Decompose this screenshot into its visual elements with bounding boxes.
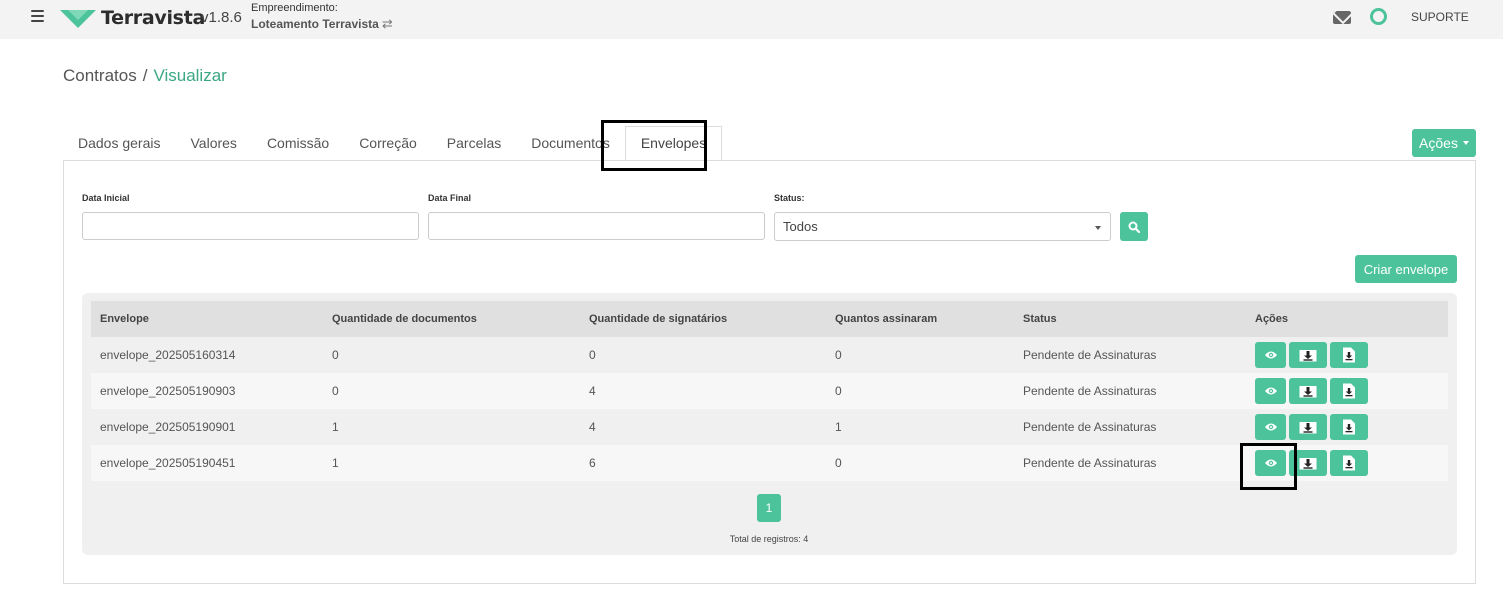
cell-signatarios: 6 xyxy=(589,456,596,470)
download-envelope-icon xyxy=(1299,458,1317,470)
empreendimento-name: Loteamento Terravista xyxy=(251,17,379,31)
menu-icon[interactable] xyxy=(31,10,44,22)
cell-documentos: 0 xyxy=(332,384,339,398)
column-header-signatarios: Quantidade de signatários xyxy=(589,313,728,325)
download-envelope-icon xyxy=(1299,350,1317,362)
download-document-button[interactable] xyxy=(1330,378,1368,404)
status-select-value: Todos xyxy=(783,219,818,234)
breadcrumb-parent[interactable]: Contratos xyxy=(63,66,137,86)
empreendimento-label: Empreendimento: xyxy=(251,2,338,14)
table-row xyxy=(91,445,1448,481)
view-envelope-button[interactable] xyxy=(1255,342,1286,368)
cell-assinaram: 0 xyxy=(835,348,842,362)
view-envelope-button[interactable] xyxy=(1255,450,1286,476)
actions-dropdown-button[interactable]: Ações xyxy=(1412,129,1476,157)
data-final-input[interactable] xyxy=(428,212,765,240)
cell-envelope: envelope_202505190901 xyxy=(100,420,236,434)
download-envelope-button[interactable] xyxy=(1289,450,1327,476)
status-select[interactable]: Todos xyxy=(774,212,1111,241)
download-document-button[interactable] xyxy=(1330,342,1368,368)
tab-envelopes[interactable]: Envelopes xyxy=(624,126,723,161)
logo[interactable]: Terravista xyxy=(60,7,205,29)
cell-signatarios: 4 xyxy=(589,420,596,434)
create-envelope-button[interactable]: Criar envelope xyxy=(1355,255,1457,283)
search-button[interactable] xyxy=(1120,212,1148,241)
cell-signatarios: 4 xyxy=(589,384,596,398)
search-icon xyxy=(1128,221,1140,233)
table-row xyxy=(91,409,1448,445)
download-envelope-button[interactable] xyxy=(1289,378,1327,404)
swap-icon: ⇄ xyxy=(381,16,393,31)
cell-documentos: 1 xyxy=(332,456,339,470)
cell-envelope: envelope_202505190903 xyxy=(100,384,236,398)
download-envelope-button[interactable] xyxy=(1289,414,1327,440)
data-final-label: Data Final xyxy=(428,193,472,203)
data-inicial-label: Data Inicial xyxy=(82,193,130,203)
cell-status: Pendente de Assinaturas xyxy=(1023,420,1157,434)
support-link[interactable]: SUPORTE xyxy=(1411,10,1469,24)
caret-down-icon xyxy=(1095,226,1101,230)
download-file-icon xyxy=(1343,455,1355,471)
download-file-icon xyxy=(1343,347,1355,363)
view-envelope-button[interactable] xyxy=(1255,378,1286,404)
app-version: v1.8.6 xyxy=(201,9,242,26)
eye-icon xyxy=(1264,459,1277,467)
cell-envelope: envelope_202505160314 xyxy=(100,348,236,362)
tab-dados-gerais[interactable]: Dados gerais xyxy=(63,126,176,161)
download-envelope-button[interactable] xyxy=(1289,342,1327,368)
tab-valores[interactable]: Valores xyxy=(176,126,252,161)
column-header-envelope: Envelope xyxy=(100,313,149,325)
cell-assinaram: 0 xyxy=(835,384,842,398)
table-row xyxy=(91,373,1448,409)
eye-icon xyxy=(1264,423,1277,431)
download-document-button[interactable] xyxy=(1330,414,1368,440)
column-header-acoes: Ações xyxy=(1255,313,1289,325)
cell-assinaram: 1 xyxy=(835,420,842,434)
download-envelope-icon xyxy=(1299,422,1317,434)
cell-signatarios: 0 xyxy=(589,348,596,362)
logo-icon xyxy=(60,10,96,28)
table-row xyxy=(91,337,1448,373)
app-name: Terravista xyxy=(101,7,205,29)
caret-down-icon xyxy=(1462,141,1469,145)
mail-icon[interactable] xyxy=(1333,11,1351,24)
download-envelope-icon xyxy=(1299,386,1317,398)
eye-icon xyxy=(1264,387,1277,395)
view-envelope-button[interactable] xyxy=(1255,414,1286,440)
cell-assinaram: 0 xyxy=(835,456,842,470)
table-header xyxy=(91,301,1448,337)
column-header-status: Status xyxy=(1023,313,1057,325)
column-header-assinaram: Quantos assinaram xyxy=(835,313,938,325)
download-file-icon xyxy=(1343,383,1355,399)
actions-button-label: Ações xyxy=(1419,135,1458,151)
total-records: Total de registros: 4 xyxy=(729,534,809,544)
tab-bar: Dados gerais Valores Comissão Correção P… xyxy=(63,126,723,161)
tab-parcelas[interactable]: Parcelas xyxy=(432,126,516,161)
cell-status: Pendente de Assinaturas xyxy=(1023,348,1157,362)
eye-icon xyxy=(1264,351,1277,359)
data-inicial-input[interactable] xyxy=(82,212,419,240)
tab-documentos[interactable]: Documentos xyxy=(516,126,625,161)
tab-comissao[interactable]: Comissão xyxy=(252,126,344,161)
cell-status: Pendente de Assinaturas xyxy=(1023,456,1157,470)
column-header-documentos: Quantidade de documentos xyxy=(332,313,477,325)
breadcrumb: Contratos / Visualizar xyxy=(63,66,227,86)
top-bar: Terravista v1.8.6 Empreendimento: Loteam… xyxy=(0,0,1503,39)
breadcrumb-separator: / xyxy=(142,66,148,85)
pagination-page-1[interactable]: 1 xyxy=(757,494,781,522)
status-label: Status: xyxy=(774,193,805,203)
cell-documentos: 1 xyxy=(332,420,339,434)
status-indicator-icon[interactable] xyxy=(1370,8,1387,25)
cell-documentos: 0 xyxy=(332,348,339,362)
breadcrumb-current: Visualizar xyxy=(153,66,227,85)
cell-status: Pendente de Assinaturas xyxy=(1023,384,1157,398)
download-document-button[interactable] xyxy=(1330,450,1368,476)
tab-correcao[interactable]: Correção xyxy=(344,126,432,161)
cell-envelope: envelope_202505190451 xyxy=(100,456,236,470)
empreendimento-switcher[interactable]: Loteamento Terravista ⇄ xyxy=(251,16,393,32)
download-file-icon xyxy=(1343,419,1355,435)
